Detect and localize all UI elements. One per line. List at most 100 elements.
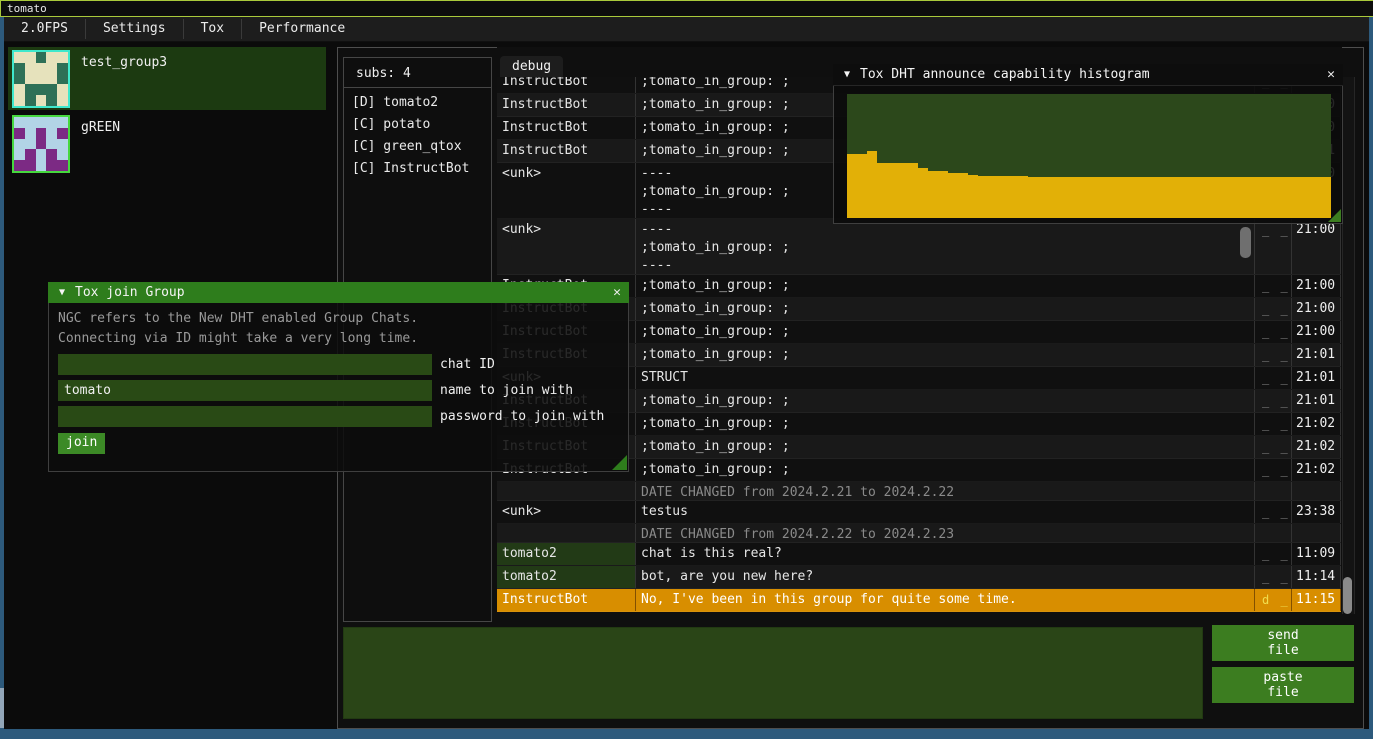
chat-scrollbar-track[interactable] — [1342, 77, 1355, 614]
sender-name: tomato2 — [497, 543, 636, 565]
join-field-input-name-to-join-with[interactable]: tomato — [58, 380, 432, 401]
join-group-title-bar[interactable]: ▼ Tox join Group ✕ — [48, 282, 629, 303]
message-status: _ _ — [1255, 566, 1292, 588]
menu-item-2-0fps[interactable]: 2.0FPS — [4, 17, 85, 41]
sidebar-group-test_group3[interactable]: test_group3 — [8, 47, 326, 110]
avatar-pixel — [36, 52, 47, 63]
member-item[interactable]: [C] InstructBot — [344, 158, 491, 180]
message-area-scrollbar-thumb[interactable] — [1240, 227, 1251, 258]
message-time: 21:01 — [1292, 344, 1341, 366]
avatar-pixel — [46, 149, 57, 160]
avatar-pixel — [14, 84, 25, 95]
avatar-pixel — [25, 63, 36, 74]
message-time: 23:38 — [1292, 501, 1341, 523]
message-time: 21:00 — [1292, 321, 1341, 343]
group-name: gREEN — [81, 120, 120, 135]
join-field-input-chat-id[interactable] — [58, 354, 432, 375]
wm-border-left — [0, 17, 4, 729]
message-text: ;tomato_in_group: ; — [636, 321, 1255, 343]
paste-file-button[interactable]: paste file — [1212, 667, 1354, 703]
message-status: _ _ — [1255, 298, 1292, 320]
sender-name: InstructBot — [497, 140, 636, 162]
chat-row: <unk>testus_ _23:38 — [497, 501, 1341, 524]
join-field-label: name to join with — [440, 380, 573, 401]
avatar-pixel — [14, 139, 25, 150]
histogram-bar — [1129, 177, 1139, 218]
menu-item-tox[interactable]: Tox — [184, 17, 241, 41]
sender-name: InstructBot — [497, 117, 636, 139]
close-icon[interactable]: ✕ — [1319, 64, 1343, 85]
date-change-row: DATE CHANGED from 2024.2.21 to 2024.2.22 — [497, 482, 1341, 501]
tab-debug[interactable]: debug — [500, 56, 563, 77]
avatar-pixel — [14, 95, 25, 106]
message-time: 21:01 — [1292, 390, 1341, 412]
message-time: 21:00 — [1292, 275, 1341, 297]
histogram-bar — [1290, 177, 1300, 218]
join-field-input-password-to-join-with[interactable] — [58, 406, 432, 427]
avatar-pixel — [36, 63, 47, 74]
histogram-bar — [968, 175, 978, 218]
sender-name: <unk> — [497, 163, 636, 218]
histogram-bar — [1049, 177, 1059, 218]
member-item[interactable]: [C] green_qtox — [344, 136, 491, 158]
avatar-pixel — [36, 84, 47, 95]
avatar-pixel — [57, 52, 68, 63]
histogram-bar — [998, 176, 1008, 218]
message-status-cell — [1255, 524, 1292, 542]
avatar-pixel — [36, 139, 47, 150]
wm-border-right — [1369, 17, 1373, 729]
menu-item-settings[interactable]: Settings — [86, 17, 183, 41]
histogram-title: Tox DHT announce capability histogram — [860, 64, 1150, 85]
resize-grip-icon[interactable] — [1328, 209, 1341, 222]
avatar-pixel — [46, 160, 57, 171]
join-button[interactable]: join — [58, 433, 105, 454]
message-status: _ _ — [1255, 390, 1292, 412]
collapse-arrow-icon[interactable]: ▼ — [834, 64, 860, 85]
histogram-window: ▼ Tox DHT announce capability histogram … — [833, 64, 1343, 224]
message-text: ;tomato_in_group: ; — [636, 298, 1255, 320]
avatar-pixel — [36, 117, 47, 128]
histogram-bar — [1139, 177, 1149, 218]
collapse-arrow-icon[interactable]: ▼ — [49, 282, 75, 303]
histogram-bar — [1099, 177, 1109, 218]
message-input[interactable] — [343, 627, 1203, 719]
message-status: d _ — [1255, 589, 1292, 611]
wm-window-title: tomato — [7, 2, 47, 15]
message-text: testus — [636, 501, 1255, 523]
menu-item-performance[interactable]: Performance — [242, 17, 362, 41]
avatar-pixel — [57, 84, 68, 95]
wm-border-bottom — [0, 729, 1373, 739]
wm-title-bar[interactable]: tomato — [0, 0, 1373, 17]
avatar-pixel — [36, 149, 47, 160]
sidebar-group-gREEN[interactable]: gREEN — [8, 112, 326, 175]
chat-scrollbar-thumb[interactable] — [1343, 577, 1352, 614]
member-item[interactable]: [C] potato — [344, 114, 491, 136]
avatar-pixel — [57, 117, 68, 128]
histogram-bar — [1028, 177, 1038, 218]
histogram-plot — [847, 94, 1331, 218]
avatar-pixel — [25, 52, 36, 63]
send-file-button[interactable]: send file — [1212, 625, 1354, 661]
avatar-pixel — [25, 160, 36, 171]
histogram-title-bar[interactable]: ▼ Tox DHT announce capability histogram … — [833, 64, 1343, 86]
chat-row: <unk>---- ;tomato_in_group: ; ----_ _21:… — [497, 219, 1341, 275]
member-item[interactable]: [D] tomato2 — [344, 92, 491, 114]
histogram-bar — [1200, 177, 1210, 218]
histogram-bar — [1230, 177, 1240, 218]
histogram-bar — [1149, 177, 1159, 218]
message-time: 11:14 — [1292, 566, 1341, 588]
resize-grip-icon[interactable] — [612, 455, 627, 470]
histogram-bar — [1089, 177, 1099, 218]
tab-debug-label: debug — [512, 59, 551, 74]
message-status: _ _ — [1255, 543, 1292, 565]
message-time: 21:00 — [1292, 298, 1341, 320]
close-icon[interactable]: ✕ — [605, 282, 629, 303]
avatar-pixel — [14, 149, 25, 160]
avatar-pixel — [14, 160, 25, 171]
avatar-pixel — [46, 52, 57, 63]
wm-left-grip[interactable] — [0, 688, 4, 728]
avatar-pixel — [14, 74, 25, 85]
histogram-bar — [1270, 177, 1280, 218]
histogram-bar — [1220, 177, 1230, 218]
join-field-label: password to join with — [440, 406, 604, 427]
